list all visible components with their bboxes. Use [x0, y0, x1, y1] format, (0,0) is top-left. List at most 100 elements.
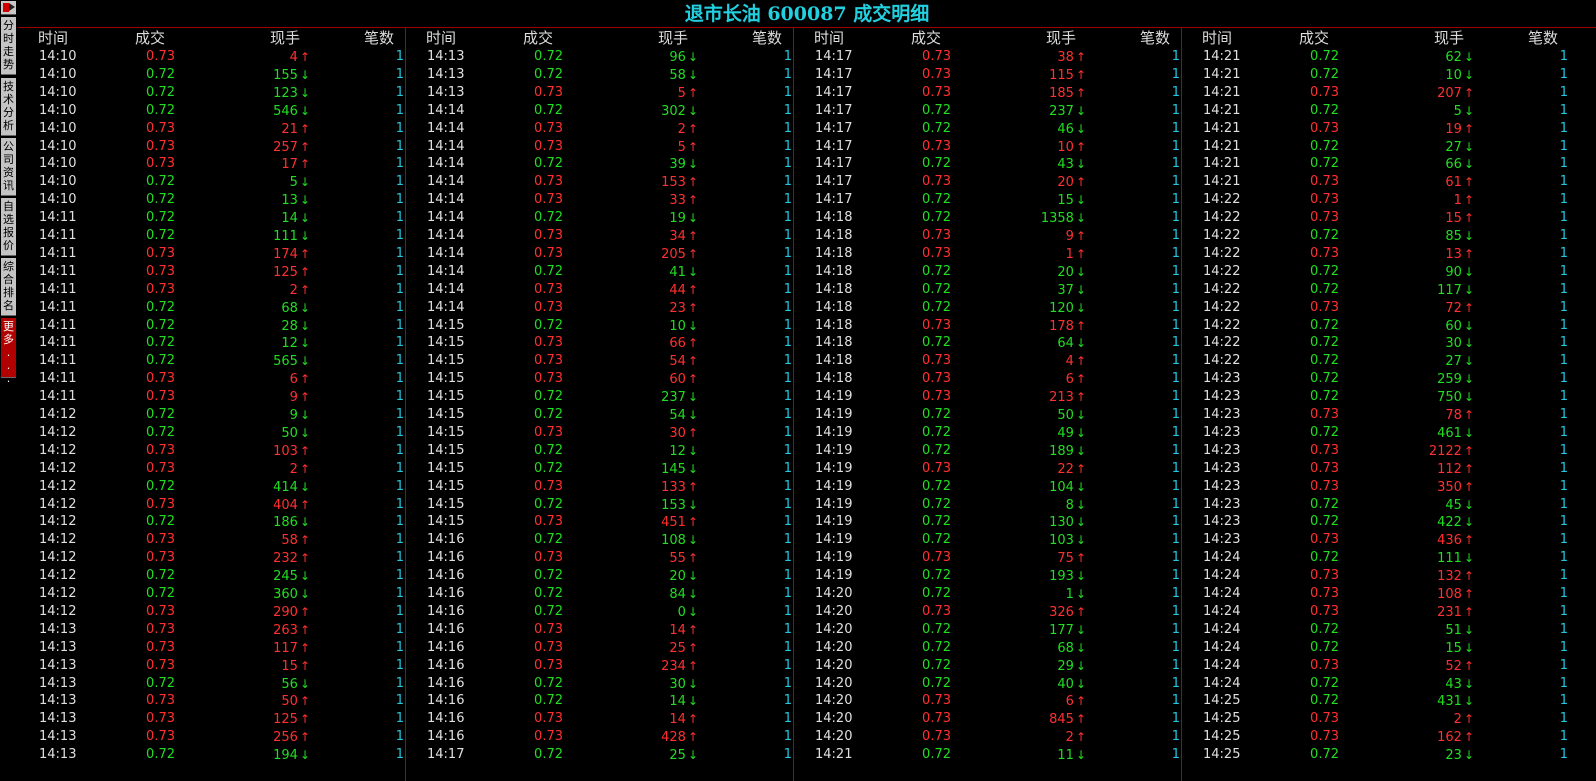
- header-time[interactable]: 时间: [38, 28, 68, 48]
- table-row[interactable]: 14:20 0.72 29 ↓ 1: [794, 657, 1182, 675]
- table-row[interactable]: 14:24 0.72 43 ↓ 1: [1182, 675, 1570, 693]
- table-row[interactable]: 14:17 0.72 43 ↓ 1: [794, 155, 1182, 173]
- sidebar-toggle-button[interactable]: [1, 1, 16, 15]
- table-row[interactable]: 14:22 0.73 13 ↑ 1: [1182, 245, 1570, 263]
- table-row[interactable]: 14:14 0.73 153 ↑ 1: [406, 173, 794, 191]
- table-row[interactable]: 14:20 0.73 845 ↑ 1: [794, 710, 1182, 728]
- table-row[interactable]: 14:10 0.72 155 ↓ 1: [18, 66, 406, 84]
- table-row[interactable]: 14:25 0.72 431 ↓ 1: [1182, 692, 1570, 710]
- table-row[interactable]: 14:20 0.72 1 ↓ 1: [794, 585, 1182, 603]
- table-row[interactable]: 14:12 0.73 103 ↑ 1: [18, 442, 406, 460]
- header-time[interactable]: 时间: [426, 28, 456, 48]
- table-row[interactable]: 14:17 0.72 15 ↓ 1: [794, 191, 1182, 209]
- table-row[interactable]: 14:17 0.73 115 ↑ 1: [794, 66, 1182, 84]
- table-row[interactable]: 14:23 0.72 461 ↓ 1: [1182, 424, 1570, 442]
- table-row[interactable]: 14:19 0.72 49 ↓ 1: [794, 424, 1182, 442]
- table-row[interactable]: 14:23 0.73 436 ↑ 1: [1182, 531, 1570, 549]
- table-row[interactable]: 14:19 0.73 213 ↑ 1: [794, 388, 1182, 406]
- table-row[interactable]: 14:19 0.72 193 ↓ 1: [794, 567, 1182, 585]
- table-row[interactable]: 14:13 0.72 58 ↓ 1: [406, 66, 794, 84]
- table-row[interactable]: 14:13 0.73 50 ↑ 1: [18, 692, 406, 710]
- table-row[interactable]: 14:14 0.72 302 ↓ 1: [406, 102, 794, 120]
- table-row[interactable]: 14:11 0.73 2 ↑ 1: [18, 281, 406, 299]
- table-row[interactable]: 14:18 0.73 178 ↑ 1: [794, 317, 1182, 335]
- table-row[interactable]: 14:12 0.72 9 ↓ 1: [18, 406, 406, 424]
- table-row[interactable]: 14:11 0.72 68 ↓ 1: [18, 299, 406, 317]
- table-row[interactable]: 14:13 0.73 15 ↑ 1: [18, 657, 406, 675]
- table-row[interactable]: 14:18 0.73 9 ↑ 1: [794, 227, 1182, 245]
- table-row[interactable]: 14:22 0.72 60 ↓ 1: [1182, 317, 1570, 335]
- table-row[interactable]: 14:21 0.72 10 ↓ 1: [1182, 66, 1570, 84]
- table-row[interactable]: 14:19 0.72 104 ↓ 1: [794, 478, 1182, 496]
- table-row[interactable]: 14:14 0.73 5 ↑ 1: [406, 138, 794, 156]
- table-row[interactable]: 14:18 0.73 6 ↑ 1: [794, 370, 1182, 388]
- table-row[interactable]: 14:15 0.72 153 ↓ 1: [406, 496, 794, 514]
- table-row[interactable]: 14:15 0.72 145 ↓ 1: [406, 460, 794, 478]
- table-row[interactable]: 14:15 0.72 237 ↓ 1: [406, 388, 794, 406]
- table-row[interactable]: 14:13 0.72 96 ↓ 1: [406, 48, 794, 66]
- table-row[interactable]: 14:15 0.73 451 ↑ 1: [406, 513, 794, 531]
- table-row[interactable]: 14:15 0.73 30 ↑ 1: [406, 424, 794, 442]
- table-row[interactable]: 14:19 0.72 50 ↓ 1: [794, 406, 1182, 424]
- table-row[interactable]: 14:12 0.72 360 ↓ 1: [18, 585, 406, 603]
- table-row[interactable]: 14:14 0.72 39 ↓ 1: [406, 155, 794, 173]
- table-row[interactable]: 14:13 0.73 256 ↑ 1: [18, 728, 406, 746]
- table-row[interactable]: 14:18 0.72 37 ↓ 1: [794, 281, 1182, 299]
- table-row[interactable]: 14:10 0.73 4 ↑ 1: [18, 48, 406, 66]
- header-volume[interactable]: 现手: [1046, 28, 1076, 48]
- table-row[interactable]: 14:18 0.72 1358 ↓ 1: [794, 209, 1182, 227]
- header-count[interactable]: 笔数: [1528, 28, 1558, 48]
- table-row[interactable]: 14:16 0.72 0 ↓ 1: [406, 603, 794, 621]
- table-row[interactable]: 14:10 0.72 5 ↓ 1: [18, 173, 406, 191]
- table-row[interactable]: 14:24 0.73 231 ↑ 1: [1182, 603, 1570, 621]
- table-row[interactable]: 14:12 0.72 186 ↓ 1: [18, 513, 406, 531]
- table-row[interactable]: 14:23 0.73 2122 ↑ 1: [1182, 442, 1570, 460]
- table-row[interactable]: 14:20 0.73 326 ↑ 1: [794, 603, 1182, 621]
- table-row[interactable]: 14:17 0.72 25 ↓ 1: [406, 746, 794, 764]
- table-row[interactable]: 14:15 0.72 54 ↓ 1: [406, 406, 794, 424]
- table-row[interactable]: 14:16 0.72 84 ↓ 1: [406, 585, 794, 603]
- table-row[interactable]: 14:19 0.73 22 ↑ 1: [794, 460, 1182, 478]
- table-row[interactable]: 14:24 0.72 111 ↓ 1: [1182, 549, 1570, 567]
- table-row[interactable]: 14:17 0.72 46 ↓ 1: [794, 120, 1182, 138]
- table-row[interactable]: 14:14 0.72 19 ↓ 1: [406, 209, 794, 227]
- table-row[interactable]: 14:15 0.73 133 ↑ 1: [406, 478, 794, 496]
- sidebar-tab-ranking[interactable]: 综合排名: [1, 258, 16, 316]
- table-row[interactable]: 14:19 0.72 130 ↓ 1: [794, 513, 1182, 531]
- table-row[interactable]: 14:10 0.73 257 ↑ 1: [18, 138, 406, 156]
- table-row[interactable]: 14:14 0.73 34 ↑ 1: [406, 227, 794, 245]
- header-volume[interactable]: 现手: [270, 28, 300, 48]
- table-row[interactable]: 14:22 0.72 30 ↓ 1: [1182, 334, 1570, 352]
- table-row[interactable]: 14:16 0.73 14 ↑ 1: [406, 621, 794, 639]
- table-row[interactable]: 14:22 0.73 72 ↑ 1: [1182, 299, 1570, 317]
- table-row[interactable]: 14:15 0.73 54 ↑ 1: [406, 352, 794, 370]
- table-row[interactable]: 14:22 0.72 117 ↓ 1: [1182, 281, 1570, 299]
- table-row[interactable]: 14:20 0.73 2 ↑ 1: [794, 728, 1182, 746]
- table-row[interactable]: 14:21 0.72 11 ↓ 1: [794, 746, 1182, 764]
- table-row[interactable]: 14:16 0.73 14 ↑ 1: [406, 710, 794, 728]
- table-row[interactable]: 14:12 0.72 50 ↓ 1: [18, 424, 406, 442]
- table-row[interactable]: 14:15 0.73 60 ↑ 1: [406, 370, 794, 388]
- header-count[interactable]: 笔数: [364, 28, 394, 48]
- table-row[interactable]: 14:23 0.73 78 ↑ 1: [1182, 406, 1570, 424]
- table-row[interactable]: 14:13 0.72 56 ↓ 1: [18, 675, 406, 693]
- table-row[interactable]: 14:25 0.72 23 ↓ 1: [1182, 746, 1570, 764]
- table-row[interactable]: 14:20 0.73 6 ↑ 1: [794, 692, 1182, 710]
- table-row[interactable]: 14:24 0.72 51 ↓ 1: [1182, 621, 1570, 639]
- table-row[interactable]: 14:11 0.72 12 ↓ 1: [18, 334, 406, 352]
- table-row[interactable]: 14:12 0.73 404 ↑ 1: [18, 496, 406, 514]
- table-row[interactable]: 14:21 0.72 62 ↓ 1: [1182, 48, 1570, 66]
- table-row[interactable]: 14:11 0.72 565 ↓ 1: [18, 352, 406, 370]
- table-row[interactable]: 14:16 0.72 14 ↓ 1: [406, 692, 794, 710]
- table-row[interactable]: 14:13 0.72 194 ↓ 1: [18, 746, 406, 764]
- table-row[interactable]: 14:15 0.72 10 ↓ 1: [406, 317, 794, 335]
- table-row[interactable]: 14:17 0.73 10 ↑ 1: [794, 138, 1182, 156]
- table-row[interactable]: 14:17 0.73 20 ↑ 1: [794, 173, 1182, 191]
- sidebar-tab-company-info[interactable]: 公司资讯: [1, 138, 16, 196]
- header-count[interactable]: 笔数: [1140, 28, 1170, 48]
- table-row[interactable]: 14:19 0.72 189 ↓ 1: [794, 442, 1182, 460]
- header-volume[interactable]: 现手: [658, 28, 688, 48]
- table-row[interactable]: 14:19 0.72 103 ↓ 1: [794, 531, 1182, 549]
- table-row[interactable]: 14:11 0.73 6 ↑ 1: [18, 370, 406, 388]
- table-row[interactable]: 14:24 0.72 15 ↓ 1: [1182, 639, 1570, 657]
